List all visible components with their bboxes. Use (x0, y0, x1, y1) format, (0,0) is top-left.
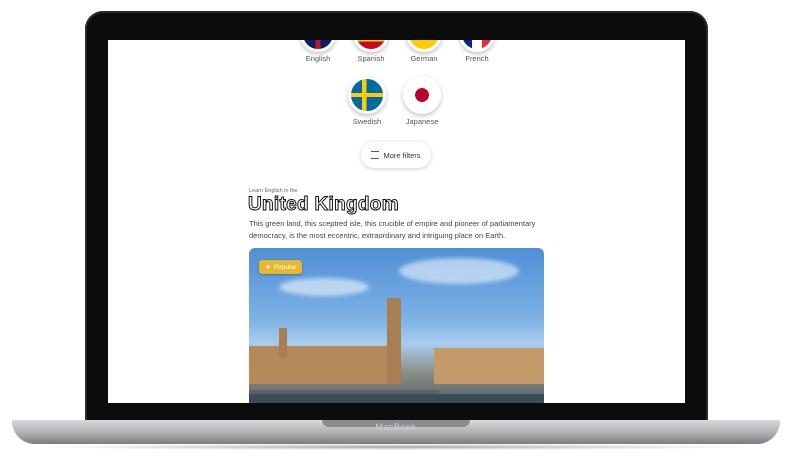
popular-badge-label: Popular (273, 263, 297, 271)
sweden-flag-icon[interactable] (348, 76, 386, 114)
destination-description: This green land, this sceptred isle, thi… (249, 219, 536, 240)
more-filters-label: More filters (383, 150, 421, 160)
language-label-spanish[interactable]: Spanish (341, 54, 401, 63)
cloud-shape (399, 258, 519, 284)
river-shape (249, 394, 544, 403)
cloud-shape (279, 278, 369, 296)
clock-tower (387, 298, 401, 384)
portcullis-building (434, 348, 544, 384)
sliders-icon (371, 151, 380, 159)
language-label-japanese[interactable]: Japanese (392, 117, 452, 126)
laptop-shadow (40, 444, 752, 450)
destination-card-image[interactable]: ★ Popular (249, 248, 544, 403)
language-label-german[interactable]: German (394, 54, 454, 63)
germany-flag-icon[interactable] (406, 40, 442, 52)
language-label-french[interactable]: French (447, 54, 507, 63)
browser-screen: English Spanish German French Swedish Ja… (108, 40, 685, 403)
spain-flag-icon[interactable] (353, 40, 389, 52)
victoria-tower (279, 328, 287, 358)
language-label-english[interactable]: English (288, 54, 348, 63)
japan-flag-icon[interactable] (403, 76, 441, 114)
destination-title: United Kingdom (248, 194, 400, 216)
popular-badge: ★ Popular (259, 260, 303, 274)
uk-flag-icon[interactable] (300, 40, 336, 52)
parliament-building (249, 346, 389, 384)
device-brand-label: MacBook (375, 422, 417, 432)
france-flag-icon[interactable] (459, 40, 495, 52)
more-filters-button[interactable]: More filters (361, 142, 431, 168)
star-icon: ★ (265, 264, 271, 271)
language-label-swedish[interactable]: Swedish (337, 117, 397, 126)
